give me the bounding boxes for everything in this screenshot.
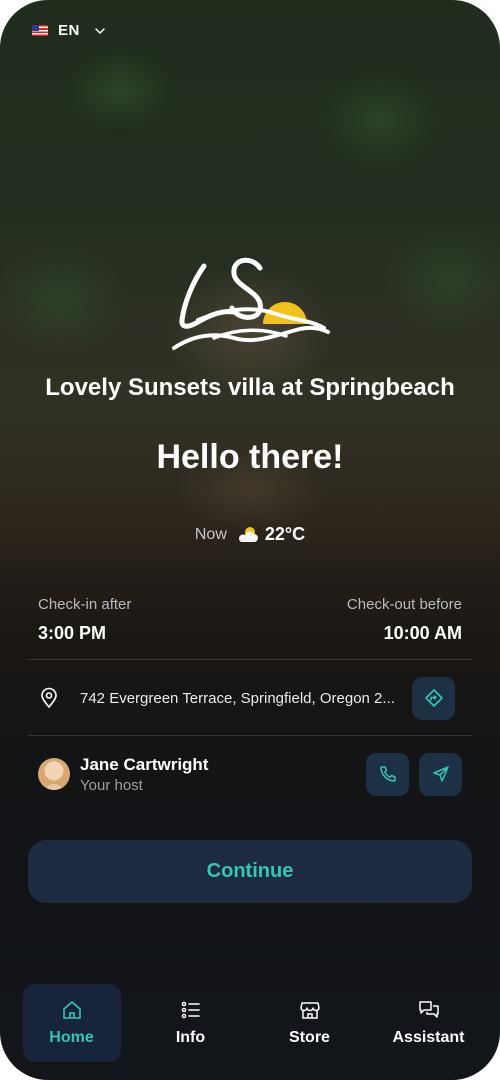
send-icon	[432, 766, 449, 782]
checkin-label: Check-in after	[38, 596, 132, 613]
nav-store[interactable]: Store	[261, 984, 359, 1062]
chevron-down-icon	[95, 27, 105, 34]
divider	[28, 735, 472, 736]
address-row: 742 Evergreen Terrace, Springfield, Oreg…	[38, 676, 462, 720]
check-times: Check-in after 3:00 PM Check-out before …	[38, 596, 462, 644]
temperature: 22°C	[264, 524, 306, 544]
home-icon	[62, 1001, 81, 1019]
greeting-heading: Hello there!	[156, 438, 344, 476]
list-icon	[181, 1001, 200, 1019]
chat-icon	[418, 1001, 439, 1018]
checkin-block: Check-in after 3:00 PM	[38, 596, 131, 644]
location-pin-icon	[41, 687, 57, 709]
nav-home[interactable]: Home	[22, 984, 121, 1062]
checkout-label: Check-out before	[346, 596, 462, 613]
nav-assistant-label: Assistant	[392, 1029, 465, 1046]
checkin-time: 3:00 PM	[38, 623, 107, 643]
weather-label: Now	[194, 525, 227, 543]
property-name: Lovely Sunsets villa at Springbeach	[45, 374, 455, 401]
villa-logo	[172, 257, 330, 350]
store-icon	[299, 1002, 320, 1019]
language-selector[interactable]: EN	[32, 22, 106, 39]
directions-icon	[424, 689, 443, 707]
nav-info[interactable]: Info	[142, 984, 240, 1062]
partly-cloudy-icon	[238, 526, 258, 542]
host-role: Your host	[80, 776, 143, 794]
weather-widget: Now 22°C	[0, 524, 500, 545]
host-row: Jane Cartwright Your host	[38, 752, 462, 796]
directions-button[interactable]	[412, 676, 455, 720]
continue-button[interactable]: Continue	[28, 840, 472, 903]
host-actions	[366, 752, 462, 796]
host-avatar	[38, 758, 70, 790]
app-screen: EN Lovely Sunsets villa at Springbeach H…	[0, 0, 500, 1080]
us-flag-icon	[32, 25, 48, 36]
call-host-button[interactable]	[366, 752, 409, 796]
divider	[28, 659, 472, 660]
address-text: 742 Evergreen Terrace, Springfield, Oreg…	[80, 689, 395, 707]
host-name: Jane Cartwright	[80, 754, 209, 774]
continue-label: Continue	[206, 860, 294, 882]
language-code: EN	[58, 22, 80, 39]
nav-info-label: Info	[175, 1029, 206, 1046]
nav-store-label: Store	[289, 1029, 330, 1046]
nav-assistant[interactable]: Assistant	[380, 984, 478, 1062]
nav-home-label: Home	[49, 1029, 94, 1046]
host-info: Jane Cartwright Your host	[80, 755, 366, 794]
bottom-navigation: Home Info Store Assistant	[0, 980, 500, 1080]
message-host-button[interactable]	[419, 752, 462, 796]
checkout-time: 10:00 AM	[383, 623, 462, 643]
phone-icon	[379, 766, 396, 782]
checkout-block: Check-out before 10:00 AM	[347, 596, 462, 644]
